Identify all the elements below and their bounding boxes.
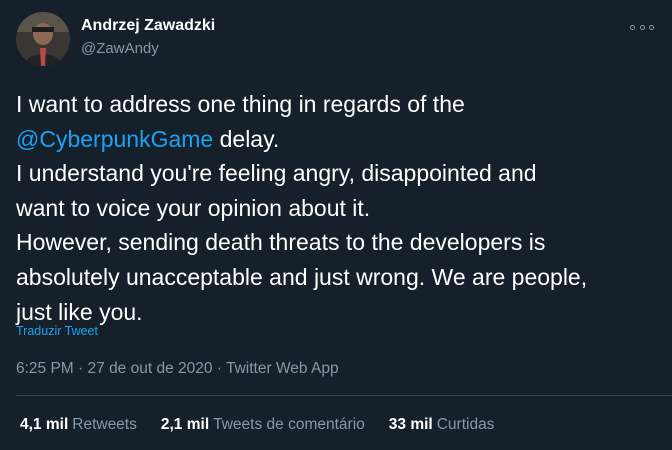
avatar-image xyxy=(16,12,70,66)
tweet-line: want to voice your opinion about it. xyxy=(16,194,371,221)
tweet-line: absolutely unacceptable and just wrong. … xyxy=(16,263,588,290)
tweet-stats: 4,1 mil Retweets 2,1 mil Tweets de comentá… xyxy=(20,416,494,434)
quote-tweets-count: 2,1 mil xyxy=(160,416,210,433)
likes-stat[interactable]: 33 mil Curtidas xyxy=(389,416,495,434)
tweet-line: just like you. xyxy=(16,298,143,325)
author-handle[interactable]: @ZawAndy xyxy=(81,40,159,57)
tweet-line: I want to address one thing in regards o… xyxy=(16,91,465,117)
tweet-line-text: delay. xyxy=(213,125,280,152)
quote-tweets-stat[interactable]: 2,1 mil Tweets de comentário xyxy=(161,416,365,434)
tweet-line: However, sending death threats to the de… xyxy=(16,229,546,256)
meta-separator: · xyxy=(73,360,88,377)
tweet-metadata: 6:25 PM · 27 de out de 2020 · Twitter We… xyxy=(16,360,339,378)
meta-separator: · xyxy=(212,360,226,377)
mention-link[interactable]: @CyberpunkGame xyxy=(16,126,213,152)
quote-tweets-label: Tweets de comentário xyxy=(213,416,365,433)
likes-label: Curtidas xyxy=(436,416,495,433)
retweets-stat[interactable]: 4,1 mil Retweets xyxy=(20,416,137,434)
divider xyxy=(16,395,672,396)
likes-count: 33 mil xyxy=(388,416,433,433)
tweet-text: I want to address one thing in regards o… xyxy=(16,87,666,329)
tweet-line: I understand you're feeling angry, disap… xyxy=(16,160,537,187)
more-options-icon[interactable] xyxy=(630,20,654,34)
more-dot xyxy=(639,24,645,30)
tweet-time[interactable]: 6:25 PM xyxy=(16,360,74,377)
retweets-count: 4,1 mil xyxy=(20,416,69,433)
more-dot xyxy=(649,24,654,30)
translate-tweet-link[interactable]: Traduzir Tweet xyxy=(16,324,98,338)
tweet-source[interactable]: Twitter Web App xyxy=(226,360,339,377)
retweets-label: Retweets xyxy=(72,416,137,433)
tweet-card: Andrzej Zawadzki @ZawAndy I want to addr… xyxy=(0,0,672,450)
more-dot xyxy=(630,24,635,30)
author-name[interactable]: Andrzej Zawadzki xyxy=(81,17,215,35)
avatar[interactable] xyxy=(16,12,70,66)
tweet-date[interactable]: 27 de out de 2020 xyxy=(88,360,213,377)
tweet-line: @CyberpunkGame delay. xyxy=(16,122,666,157)
